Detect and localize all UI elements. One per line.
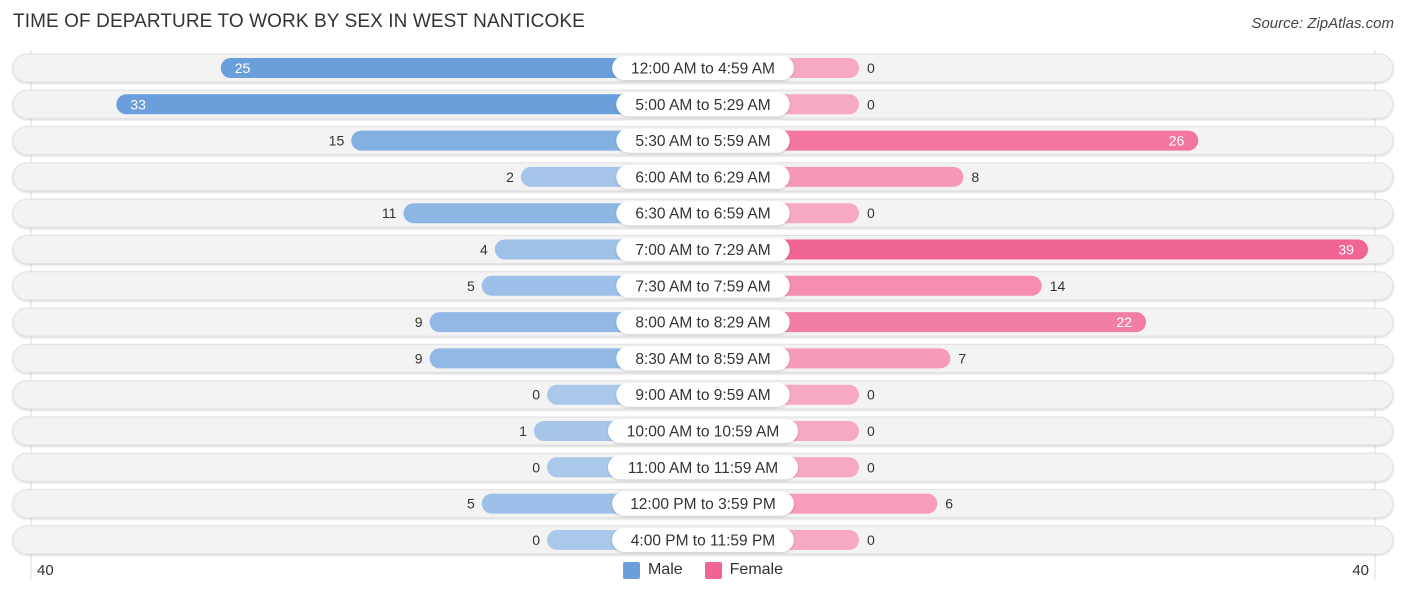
category-label: 7:00 AM to 7:29 AM	[635, 242, 770, 259]
category-label: 8:00 AM to 8:29 AM	[635, 315, 770, 332]
value-label-male: 33	[130, 96, 146, 112]
value-label-female: 14	[1050, 278, 1066, 294]
legend-item-female[interactable]: Female	[704, 561, 784, 579]
category-label: 5:00 AM to 5:29 AM	[635, 97, 770, 114]
category-label: 5:30 AM to 5:59 AM	[635, 133, 770, 150]
category-label: 7:30 AM to 7:59 AM	[635, 278, 770, 295]
value-label-female: 0	[867, 60, 875, 76]
chart-row: 33 0 5:00 AM to 5:29 AM	[12, 89, 1394, 119]
category-label: 6:30 AM to 6:59 AM	[635, 206, 770, 223]
chart-row: 9 7 8:30 AM to 8:59 AM	[12, 343, 1394, 373]
value-label-male: 0	[532, 387, 540, 403]
value-label-male: 5	[467, 278, 475, 294]
chart-row: 1 0 10:00 AM to 10:59 AM	[12, 416, 1394, 446]
category-label: 4:00 PM to 11:59 PM	[631, 532, 775, 549]
value-label-male: 4	[480, 242, 488, 258]
category-label: 10:00 AM to 10:59 AM	[627, 424, 780, 441]
value-label-male: 25	[235, 60, 251, 76]
legend-label-male: Male	[647, 561, 683, 578]
value-label-male: 15	[329, 133, 345, 149]
chart-row: 5 14 7:30 AM to 7:59 AM	[12, 271, 1394, 301]
value-label-female: 8	[971, 169, 979, 185]
category-label: 8:30 AM to 8:59 AM	[635, 351, 770, 368]
chart-row: 5 6 12:00 PM to 3:59 PM	[12, 489, 1394, 519]
value-label-female: 0	[867, 387, 875, 403]
category-label: 12:00 PM to 3:59 PM	[630, 496, 776, 513]
category-label: 11:00 AM to 11:59 AM	[628, 460, 778, 477]
chart-row: 11 0 6:30 AM to 6:59 AM	[12, 198, 1394, 228]
chart-row: 15 26 5:30 AM to 5:59 AM	[12, 126, 1394, 156]
legend-swatch-male	[622, 561, 640, 579]
value-label-female: 6	[945, 496, 953, 512]
chart-row: 4 39 7:00 AM to 7:29 AM	[12, 235, 1394, 264]
legend: Male Female	[0, 561, 1406, 579]
value-label-female: 0	[867, 423, 875, 439]
chart-row: 0 0 4:00 PM to 11:59 PM	[12, 525, 1394, 555]
value-label-female: 7	[958, 350, 966, 366]
chart-row: 9 22 8:00 AM to 8:29 AM	[12, 307, 1394, 337]
chart-row: 0 0 9:00 AM to 9:59 AM	[12, 380, 1394, 410]
value-label-male: 9	[415, 314, 423, 330]
category-label: 12:00 AM to 4:59 AM	[631, 61, 775, 78]
value-label-female: 39	[1338, 242, 1354, 258]
legend-item-male[interactable]: Male	[622, 561, 683, 579]
chart-row: 0 0 11:00 AM to 11:59 AM	[12, 452, 1394, 482]
value-label-male: 2	[506, 169, 514, 185]
legend-swatch-female	[704, 561, 722, 579]
value-label-female: 0	[867, 205, 875, 221]
value-label-female: 26	[1169, 133, 1185, 149]
value-label-female: 0	[867, 532, 875, 548]
chart-row: 25 0 12:00 AM to 4:59 AM	[12, 53, 1394, 83]
category-label: 9:00 AM to 9:59 AM	[635, 387, 770, 404]
value-label-male: 9	[415, 350, 423, 366]
value-label-female: 0	[867, 96, 875, 112]
chart-plot: 25 012:00 AM to 4:59 AM33 05:00 AM to 5:29…	[12, 50, 1394, 580]
chart-row: 2 8 6:00 AM to 6:29 AM	[12, 162, 1394, 192]
value-label-male: 1	[519, 423, 527, 439]
category-label: 6:00 AM to 6:29 AM	[635, 169, 770, 186]
value-label-male: 0	[532, 532, 540, 548]
value-label-female: 22	[1117, 314, 1133, 330]
bar-female	[703, 239, 1368, 260]
value-label-male: 11	[382, 205, 397, 221]
value-label-male: 0	[532, 459, 540, 475]
value-label-female: 0	[867, 459, 875, 475]
bar-male	[116, 94, 704, 115]
legend-label-female: Female	[729, 561, 784, 578]
value-label-male: 5	[467, 496, 475, 512]
